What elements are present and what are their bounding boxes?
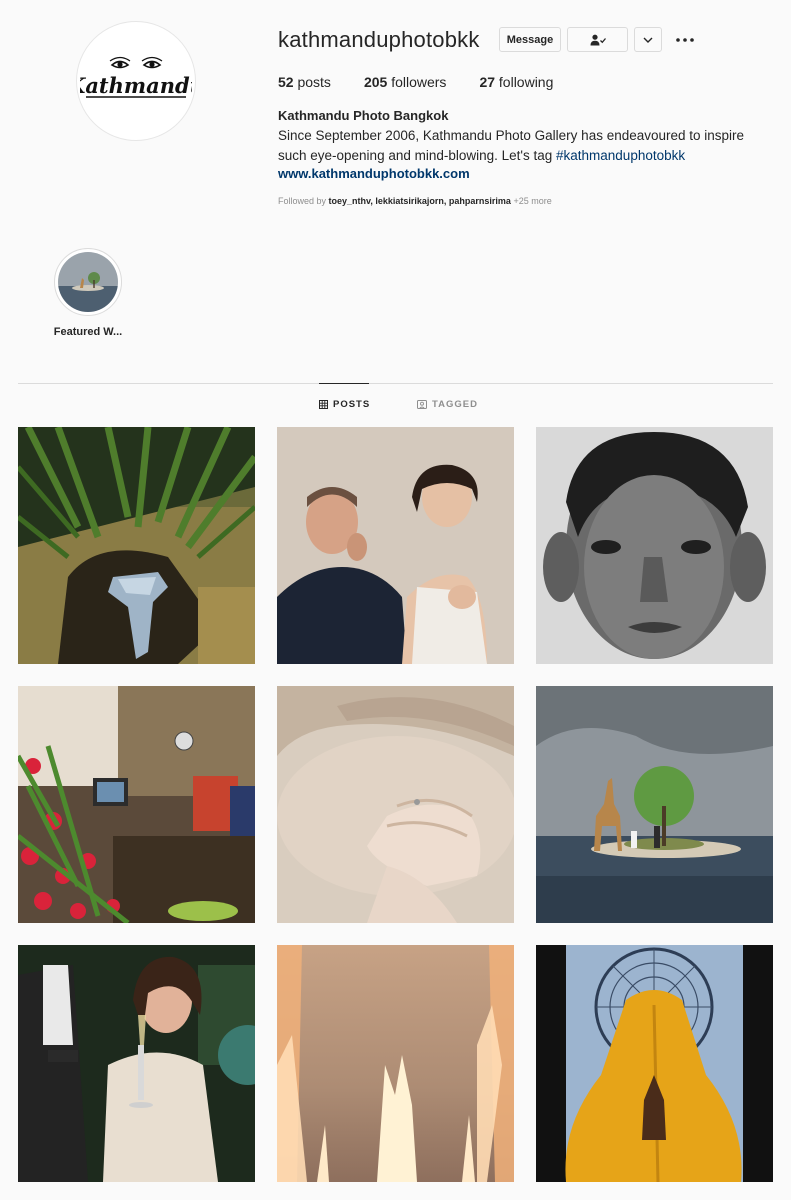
following-stat[interactable]: 27 following: [479, 74, 553, 90]
post-thumbnail[interactable]: [277, 686, 514, 923]
highlight-featured[interactable]: [54, 248, 122, 316]
kathmandu-logo: Kathmandu: [80, 56, 192, 98]
post-thumbnail[interactable]: [277, 427, 514, 664]
profile-stats: 52 posts 205 followers 27 following: [278, 74, 586, 90]
tagged-icon: [417, 400, 427, 409]
ellipsis-icon: [676, 38, 694, 42]
highlight-thumbnail: [58, 252, 118, 312]
chevron-down-icon: [643, 37, 653, 43]
tabs-divider: [18, 383, 773, 384]
profile-bio: Since September 2006, Kathmandu Photo Ga…: [278, 126, 768, 166]
tab-tagged[interactable]: TAGGED: [417, 399, 478, 410]
suggestions-dropdown-button[interactable]: [634, 27, 662, 52]
profile-avatar[interactable]: Kathmandu: [76, 21, 196, 141]
message-button[interactable]: Message: [499, 27, 561, 52]
followed-by-names: toey_nthv, lekkiatsirikajorn, pahparnsir…: [328, 196, 511, 206]
following-button[interactable]: [567, 27, 628, 52]
tab-tagged-label: TAGGED: [432, 399, 478, 410]
followers-stat[interactable]: 205 followers: [364, 74, 447, 90]
followers-label: followers: [391, 74, 447, 90]
followed-by-more: +25 more: [510, 196, 552, 206]
person-check-icon: [590, 34, 606, 45]
following-label: following: [498, 74, 554, 90]
following-count: 27: [479, 74, 496, 90]
post-image: [18, 427, 255, 664]
followed-by-prefix: Followed by: [278, 196, 329, 206]
post-thumbnail[interactable]: [536, 686, 773, 923]
more-options-button[interactable]: [672, 29, 698, 51]
profile-username: kathmanduphotobkk: [278, 27, 480, 52]
post-image: [536, 945, 773, 1182]
posts-label: posts: [297, 74, 331, 90]
followed-by[interactable]: Followed by toey_nthv, lekkiatsirikajorn…: [278, 196, 552, 206]
svg-text:Kathmandu: Kathmandu: [80, 73, 192, 98]
post-image: [18, 945, 255, 1182]
tab-posts-label: POSTS: [333, 399, 371, 410]
grid-icon: [319, 400, 328, 409]
post-thumbnail[interactable]: [18, 686, 255, 923]
bio-hashtag-link[interactable]: #kathmanduphotobkk: [556, 148, 685, 163]
post-thumbnail[interactable]: [277, 945, 514, 1182]
post-image: [536, 686, 773, 923]
highlight-label: Featured W...: [53, 326, 123, 338]
post-image: [536, 427, 773, 664]
followers-count: 205: [363, 74, 388, 90]
post-thumbnail[interactable]: [536, 945, 773, 1182]
post-image: [277, 945, 514, 1182]
profile-full-name: Kathmandu Photo Bangkok: [278, 108, 449, 123]
post-thumbnail[interactable]: [18, 945, 255, 1182]
posts-count: 52: [278, 74, 294, 90]
profile-website-link[interactable]: www.kathmanduphotobkk.com: [278, 166, 470, 181]
active-tab-indicator: [319, 383, 369, 384]
post-image: [277, 427, 514, 664]
post-image: [277, 686, 514, 923]
posts-stat: 52 posts: [278, 74, 331, 90]
post-thumbnail[interactable]: [536, 427, 773, 664]
post-thumbnail[interactable]: [18, 427, 255, 664]
post-image: [18, 686, 255, 923]
tab-posts[interactable]: POSTS: [319, 399, 370, 410]
